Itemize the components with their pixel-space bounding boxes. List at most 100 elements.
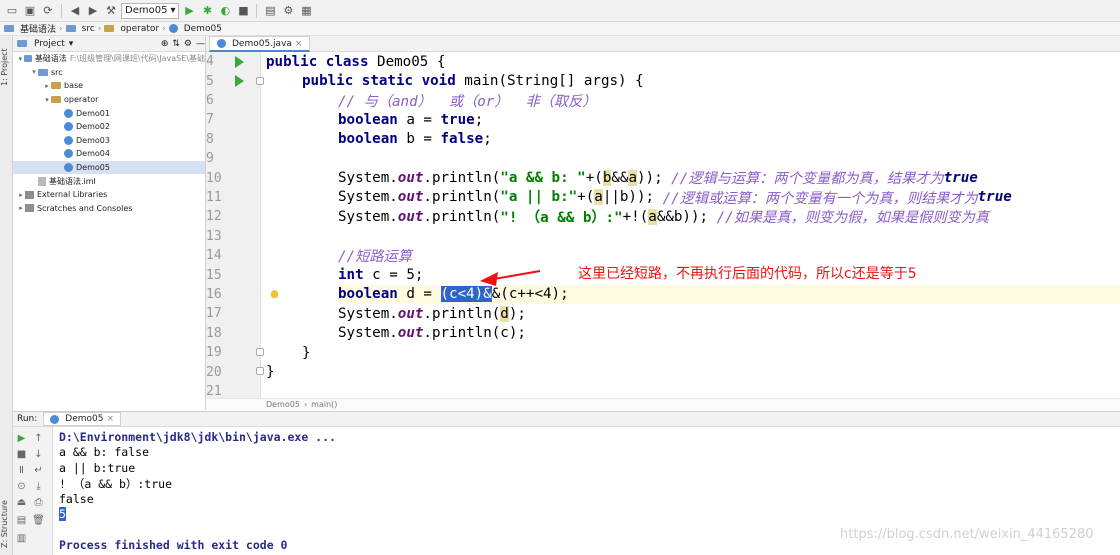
settings-icon[interactable]: ⚙ (280, 3, 296, 19)
code-line-17: System. out .println(d); (338, 305, 526, 322)
toolbar-divider (256, 3, 258, 18)
debug-icon[interactable]: ✱ (199, 3, 215, 19)
fold-icon[interactable] (256, 77, 264, 85)
print-icon[interactable]: ⎙ (33, 497, 44, 508)
chevron-right-icon[interactable]: ▸ (17, 191, 25, 199)
tree-item-label: Demo04 (76, 149, 110, 159)
chevron-down-icon[interactable]: ▾ (30, 68, 38, 76)
tree-item[interactable]: ▾ operator (13, 93, 205, 107)
project-structure-icon[interactable]: ▦ (298, 3, 314, 19)
breadcrumb-item[interactable]: src (82, 24, 95, 34)
structure-icon[interactable]: ▤ (262, 3, 278, 19)
back-icon[interactable]: ◀ (67, 3, 83, 19)
layout-icon[interactable]: ▤ (16, 515, 27, 526)
tree-item[interactable]: 基础语法.iml (13, 174, 205, 188)
tree-item[interactable]: Demo04 (13, 147, 205, 161)
line-number: 13 (206, 228, 222, 244)
pause-icon[interactable]: Ⅱ (16, 465, 27, 476)
chevron-right-icon: › (162, 23, 166, 34)
fold-icon[interactable] (256, 348, 264, 356)
console-line: 5 (59, 507, 66, 521)
sync-icon[interactable]: ⟳ (40, 3, 56, 19)
code-line-18: System. out .println(c); (338, 325, 526, 342)
tab-demo05-java[interactable]: Demo05.java × (209, 36, 311, 52)
tab-run-demo05[interactable]: Demo05 × (43, 412, 122, 426)
stop-icon[interactable]: ■ (16, 449, 27, 460)
watermark: https://blog.csdn.net/weixin_44165280 (840, 527, 1094, 542)
close-icon[interactable]: × (107, 414, 115, 424)
tree-item[interactable]: ▸ Scratches and Consoles (13, 202, 205, 216)
locate-icon[interactable]: ⊕ (161, 39, 169, 49)
stop-icon[interactable]: ■ (235, 3, 251, 19)
tree-item[interactable]: Demo03 (13, 134, 205, 148)
structure-tool-tab[interactable]: Z: Structure (0, 496, 13, 552)
class-icon (217, 39, 226, 48)
tree-item-label: base (64, 81, 84, 91)
tree-item[interactable]: ▸ External Libraries (13, 188, 205, 202)
collapse-icon[interactable]: ⇅ (172, 39, 180, 49)
run-icon[interactable]: ▶ (181, 3, 197, 19)
code-line-4: public class Demo05 { (266, 53, 446, 70)
tree-item[interactable]: Demo05 (13, 160, 205, 175)
line-number: 18 (206, 325, 222, 341)
trash-icon[interactable]: 🗑 (32, 515, 45, 526)
down-icon[interactable]: ↓ (33, 449, 44, 460)
tree-item-label: External Libraries (37, 190, 108, 200)
run-gutter-icon[interactable] (235, 56, 244, 68)
run-label: Run: (17, 414, 38, 424)
tree-item[interactable]: ▾ src (13, 66, 205, 80)
code-line-10: System. out .println("a && b: " +(b && a)); /… (338, 170, 978, 188)
code-line-15: int c = 5; (338, 267, 424, 284)
crumb-item[interactable]: main() (311, 400, 337, 409)
run-gutter-icon[interactable] (235, 75, 244, 88)
close-icon[interactable]: × (295, 39, 303, 49)
chevron-down-icon[interactable]: ▾ (17, 55, 24, 63)
chevron-down-icon[interactable]: ▾ (69, 39, 74, 49)
lightbulb-icon[interactable] (271, 290, 278, 298)
save-icon[interactable]: ▣ (22, 3, 38, 19)
gear-icon[interactable]: ⚙ (184, 39, 192, 49)
tree-item[interactable]: Demo01 (13, 106, 205, 120)
editor-breadcrumb: Demo05 › main() (206, 398, 1120, 410)
folder-icon (38, 68, 48, 76)
chevron-right-icon[interactable]: ▸ (17, 204, 25, 212)
project-tool-tab[interactable]: 1: Project (0, 42, 13, 92)
hammer-icon[interactable]: ⚒ (103, 3, 119, 19)
main-toolbar: ▭ ▣ ⟳ ◀ ▶ ⚒ Demo05 ▾ ▶ ✱ ◐ ■ ▤ ⚙ ▦ (0, 0, 1120, 22)
chevron-down-icon[interactable]: ▾ (43, 96, 51, 104)
class-icon (64, 135, 73, 145)
breadcrumb-item[interactable]: operator (120, 24, 159, 34)
coverage-icon[interactable]: ◐ (217, 3, 233, 19)
forward-icon[interactable]: ▶ (85, 3, 101, 19)
open-folder-icon[interactable]: ▭ (4, 3, 20, 19)
up-icon[interactable]: ↑ (33, 433, 44, 444)
folder-icon (51, 82, 61, 90)
dump-threads-icon[interactable]: ⊙ (16, 481, 27, 492)
breadcrumb-item[interactable]: Demo05 (184, 24, 222, 34)
exit-icon[interactable]: ⏏ (16, 497, 27, 508)
breadcrumb-item[interactable]: 基础语法 (20, 22, 56, 35)
chevron-right-icon[interactable]: ▸ (43, 82, 51, 90)
console-line: Process finished with exit code 0 (59, 538, 288, 552)
crumb-item[interactable]: Demo05 (266, 400, 300, 409)
code-line-11: System. out .println("a || b:" +(a ||b)); //… (338, 189, 1012, 207)
line-number: 6 (206, 92, 214, 108)
line-number: 12 (206, 209, 222, 225)
folder-icon (23, 55, 32, 63)
line-number: 7 (206, 112, 214, 128)
tree-item[interactable]: ▸ base (13, 79, 205, 93)
fold-icon[interactable] (256, 367, 264, 375)
pin-icon[interactable]: ▥ (16, 533, 27, 544)
tree-item[interactable]: Demo02 (13, 120, 205, 134)
project-header-label[interactable]: Project (34, 39, 65, 49)
wrap-icon[interactable]: ↵ (33, 465, 44, 476)
tree-item[interactable]: ▾ 基础语法 F:\班级管理\网课班\代码\JavaSE\基础 (13, 52, 205, 66)
run-config-dropdown[interactable]: Demo05 ▾ (121, 2, 180, 19)
rerun-icon[interactable]: ▶ (16, 433, 27, 444)
tree-item-label: Demo03 (76, 135, 110, 145)
run-panel-header: Run: Demo05 × (13, 411, 1120, 427)
line-number: 14 (206, 248, 222, 264)
annotation-text: 这里已经短路，不再执行后面的代码，所以c还是等于5 (578, 266, 917, 282)
scroll-end-icon[interactable]: ⤓ (33, 481, 44, 492)
hide-icon[interactable]: — (196, 39, 205, 49)
